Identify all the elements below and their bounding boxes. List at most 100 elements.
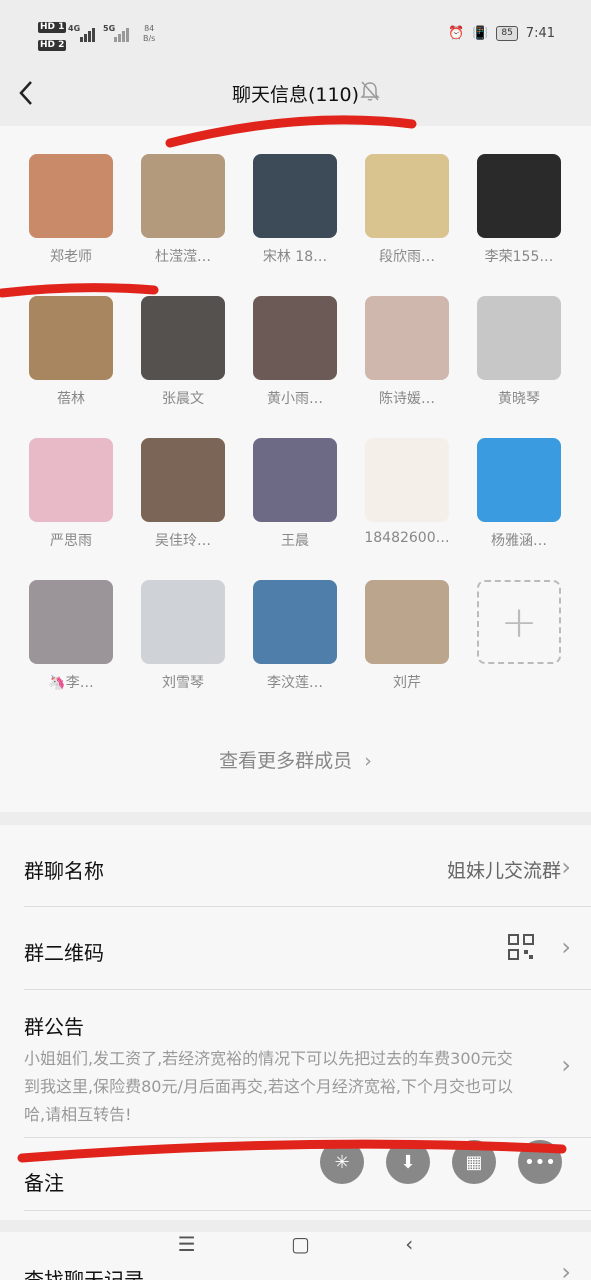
speed-value: 84 [144, 24, 155, 33]
member-name: 黄晓琴 [498, 391, 540, 407]
speed-unit: B/s [143, 34, 156, 43]
avatar [141, 296, 225, 380]
member-item[interactable]: 张晨文 [133, 296, 233, 408]
notice-label: 群公告 [24, 1015, 84, 1039]
chevron-right-icon: › [561, 1051, 571, 1079]
status-right: ⏰ 📳 85 7:41 [448, 26, 555, 41]
plus-icon: + [477, 580, 561, 664]
member-name: 刘雪琴 [162, 675, 204, 691]
chevron-right-icon: › [561, 1258, 571, 1280]
avatar [365, 154, 449, 238]
clock: 7:41 [525, 26, 555, 41]
avatar [365, 438, 449, 522]
member-item[interactable]: 李荣155… [469, 154, 569, 266]
member-item[interactable]: 郑老师 [21, 154, 121, 266]
member-item[interactable]: 段欣雨… [357, 154, 457, 266]
more-button[interactable]: ••• [518, 1140, 562, 1184]
add-member-button[interactable]: + [469, 580, 569, 664]
remark-label: 备注 [24, 1171, 64, 1195]
divider [24, 1137, 591, 1138]
member-item[interactable]: 吴佳玲… [133, 438, 233, 550]
alarm-icon: ⏰ [447, 26, 465, 41]
member-item[interactable]: 宋林 18… [245, 154, 345, 266]
member-item[interactable]: 🦄李… [21, 580, 121, 692]
title-bar: 聊天信息(110) [0, 70, 591, 126]
member-name: 黄小雨… [267, 391, 323, 407]
more-icon: ••• [524, 1151, 556, 1173]
divider [24, 906, 591, 907]
member-name: 杜滢滢… [155, 249, 211, 265]
member-name: 杨雅涵… [491, 533, 547, 549]
member-item[interactable]: 刘芹 [357, 580, 457, 692]
group-name-value: 姐妹儿交流群 [446, 860, 561, 882]
network-speed: 84 B/s [143, 24, 155, 44]
avatar [141, 154, 225, 238]
avatar [253, 438, 337, 522]
member-name: 李荣155… [484, 249, 554, 265]
download-button[interactable]: ⬇ [386, 1140, 430, 1184]
member-item[interactable]: 李汶莲… [245, 580, 345, 692]
view-more-label: 查看更多群成员 [219, 750, 353, 772]
member-item[interactable]: 蓓林 [21, 296, 121, 408]
sparkle-button[interactable]: ✳ [320, 1140, 364, 1184]
avatar [365, 296, 449, 380]
member-name: 张晨文 [162, 391, 204, 407]
member-name: 郑老师 [50, 249, 92, 265]
member-name: 蓓林 [57, 391, 85, 407]
member-name: 段欣雨… [379, 249, 435, 265]
notice-row[interactable]: 群公告 [24, 1011, 567, 1041]
member-name: 王晨 [281, 533, 309, 549]
back-triangle-icon[interactable]: ‹ [405, 1232, 413, 1256]
avatar [253, 580, 337, 664]
avatar [477, 154, 561, 238]
qr-code-label: 群二维码 [24, 941, 104, 965]
status-bar: HD 1 HD 2 4G 5G 84 B/s ⏰ 📳 85 7:41 [0, 0, 591, 70]
grid-button[interactable]: ▦ [452, 1140, 496, 1184]
divider [24, 989, 591, 990]
chevron-right-icon: › [364, 750, 372, 772]
floating-toolbar: ✳ ⬇ ▦ ••• [320, 1140, 562, 1184]
member-item[interactable]: 陈诗媛… [357, 296, 457, 408]
download-icon: ⬇ [400, 1151, 416, 1173]
avatar [29, 438, 113, 522]
avatar [29, 580, 113, 664]
member-item[interactable]: 刘雪琴 [133, 580, 233, 692]
member-item[interactable]: 18482600… [357, 438, 457, 546]
page-title: 聊天信息(110) [231, 84, 360, 106]
system-nav-bar: ☰ ▢ ‹ [0, 1228, 591, 1260]
members-panel: 郑老师 杜滢滢… 宋林 18… 段欣雨… 李荣155… 蓓林 张晨文 黄小雨… … [0, 126, 591, 812]
member-item[interactable]: 杨雅涵… [469, 438, 569, 550]
member-name: 吴佳玲… [155, 533, 211, 549]
member-item[interactable]: 严思雨 [21, 438, 121, 550]
hd-badge-2: HD 2 [38, 40, 67, 51]
member-name: 陈诗媛… [379, 391, 435, 407]
group-name-label: 群聊名称 [24, 859, 104, 883]
member-item[interactable]: 王晨 [245, 438, 345, 550]
menu-icon[interactable]: ☰ [178, 1232, 196, 1256]
chevron-right-icon: › [561, 853, 571, 881]
avatar [29, 296, 113, 380]
member-item[interactable]: 杜滢滢… [133, 154, 233, 266]
divider [24, 1210, 591, 1211]
chevron-right-icon: › [561, 933, 571, 961]
battery-indicator: 85 [496, 26, 518, 41]
view-more-members[interactable]: 查看更多群成员 › [0, 746, 591, 773]
qr-code-row[interactable]: 群二维码 [24, 937, 567, 977]
member-name: 严思雨 [50, 533, 92, 549]
signal-icon-2 [114, 28, 129, 42]
home-square-icon[interactable]: ▢ [291, 1232, 310, 1256]
avatar [141, 438, 225, 522]
member-name: 🦄李… [48, 675, 94, 691]
avatar [141, 580, 225, 664]
avatar [253, 154, 337, 238]
member-name: 宋林 18… [262, 249, 328, 265]
avatar [29, 154, 113, 238]
signal-icon-1 [80, 28, 95, 42]
member-item[interactable]: 黄晓琴 [469, 296, 569, 408]
member-name: 李汶莲… [267, 675, 323, 691]
sparkle-icon: ✳ [334, 1151, 350, 1173]
avatar [253, 296, 337, 380]
member-item[interactable]: 黄小雨… [245, 296, 345, 408]
avatar [365, 580, 449, 664]
mute-bell-icon [360, 81, 380, 101]
